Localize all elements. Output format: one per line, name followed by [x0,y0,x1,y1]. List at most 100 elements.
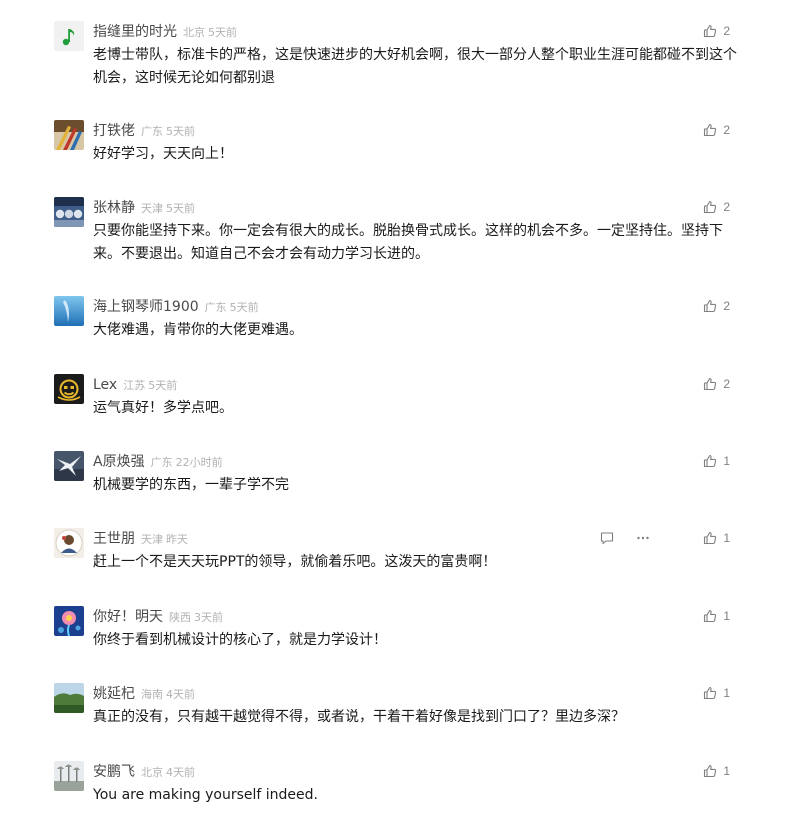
comment-time: 3天前 [194,611,223,624]
comment-time: 4天前 [166,688,195,701]
like-count: 1 [723,531,730,545]
comment-meta: A原焕强 广东 22小时前 [93,451,223,471]
comment-item: 海上钢琴师1900 广东 5天前 2 大佬难遇，肯带你的大佬更难遇。 [0,296,808,374]
more-button[interactable] [636,531,650,545]
thumbs-up-icon [704,377,717,391]
comment-text: 老博士带队，标准卡的严格，这是快速进步的大好机会啊，很大一部分人整个职业生涯可能… [93,47,737,86]
comment-meta: 海上钢琴师1900 广东 5天前 [93,296,259,316]
comment-meta: 打铁佬 广东 5天前 [93,120,195,140]
user-location: 广东 [204,301,227,314]
comment-time: 昨天 [166,533,188,546]
comment-meta: 张林静 天津 5天前 [93,197,195,217]
thumbs-up-icon [704,123,717,137]
more-icon [637,536,649,540]
like-button[interactable]: 2 [703,22,730,40]
avatar[interactable] [54,606,84,636]
like-button[interactable]: 2 [703,297,730,315]
comment-meta: 你好！明天 陕西 3天前 [93,606,223,626]
comment-text: 只要你能坚持下来。你一定会有很大的成长。脱胎换骨式成长。这样的机会不多。一定坚持… [93,223,723,262]
user-location: 海南 [141,688,163,701]
avatar[interactable] [54,683,84,713]
reply-button[interactable] [600,531,614,545]
user-name[interactable]: 指缝里的时光 [93,24,177,40]
like-count: 2 [723,377,730,391]
thumbs-up-icon [704,200,717,214]
avatar[interactable] [54,197,84,227]
comment-meta: 王世朋 天津 昨天 [93,528,188,548]
user-name[interactable]: 打铁佬 [93,123,135,139]
comment-text: 运气真好！多学点吧。 [93,400,233,416]
user-location: 江苏 [123,379,146,392]
avatar[interactable] [54,528,84,558]
comment-time: 5天前 [148,379,178,392]
like-count: 2 [723,299,730,313]
user-name[interactable]: 海上钢琴师1900 [93,299,199,315]
comment-meta: 指缝里的时光 北京 5天前 [93,21,237,41]
thumbs-up-icon [704,764,717,778]
comment-item: Lex 江苏 5天前 2 运气真好！多学点吧。 [0,374,808,452]
comment-text: You are making yourself indeed. [93,787,318,803]
user-location: 天津 [141,202,163,215]
comment-time: 22小时前 [175,456,223,469]
user-location: 广东 [141,125,163,138]
comment-text: 你终于看到机械设计的核心了，就是力学设计！ [93,632,387,648]
user-location: 北京 [183,26,205,39]
comment-item: A原焕强 广东 22小时前 1 机械要学的东西，一辈子学不完 [0,451,808,529]
user-name[interactable]: A原焕强 [93,454,145,470]
like-count: 1 [723,609,730,623]
comment-text: 大佬难遇，肯带你的大佬更难遇。 [93,322,303,338]
thumbs-up-icon [704,609,717,623]
like-button[interactable]: 1 [703,684,730,702]
thumbs-up-icon [704,299,717,313]
thumbs-up-icon [704,454,717,468]
like-button[interactable]: 2 [703,375,730,393]
like-button[interactable]: 2 [703,198,730,216]
comment-meta: 安鹏飞 北京 4天前 [93,761,195,781]
comment-icon [600,532,614,545]
user-location: 广东 [150,456,173,469]
comment-item: 打铁佬 广东 5天前 2 好好学习，天天向上！ [0,120,808,198]
comment-text: 好好学习，天天向上！ [93,146,233,162]
comment-text: 赶上一个不是天天玩PPT的领导，就偷着乐吧。这泼天的富贵啊！ [93,554,497,570]
thumbs-up-icon [704,24,717,38]
comment-time: 5天前 [166,202,195,215]
like-count: 1 [723,764,730,778]
comment-time: 4天前 [166,766,195,779]
comment-item: 姚延杞 海南 4天前 1 真正的没有，只有越干越觉得不得，或者说，干着干着好像是找到… [0,683,808,761]
like-button[interactable]: 1 [703,452,730,470]
user-name[interactable]: 王世朋 [93,531,135,547]
avatar[interactable] [54,761,84,791]
user-name[interactable]: 张林静 [93,200,135,216]
like-count: 1 [723,686,730,700]
comment-item: 张林静 天津 5天前 2 只要你能坚持下来。你一定会有很大的成长。脱胎换骨式成长。这… [0,197,808,275]
user-name[interactable]: 姚延杞 [93,686,135,702]
comment-list: 指缝里的时光 北京 5天前 2 老博士带队，标准卡的严格，这是快速进步的大好机会啊，… [0,0,808,814]
avatar[interactable] [54,451,84,481]
like-button[interactable]: 1 [703,762,730,780]
like-count: 1 [723,454,730,468]
avatar[interactable] [54,296,84,326]
comment-item: 你好！明天 陕西 3天前 1 你终于看到机械设计的核心了，就是力学设计！ [0,606,808,684]
like-count: 2 [723,123,730,137]
user-name[interactable]: 安鹏飞 [93,764,135,780]
thumbs-up-icon [704,686,717,700]
like-count: 2 [723,24,730,38]
comment-meta: 姚延杞 海南 4天前 [93,683,195,703]
user-location: 北京 [141,766,163,779]
like-button[interactable]: 2 [703,121,730,139]
avatar[interactable] [54,21,84,51]
comment-item: 指缝里的时光 北京 5天前 2 老博士带队，标准卡的严格，这是快速进步的大好机会啊，… [0,21,808,99]
user-name[interactable]: 你好！明天 [93,609,163,625]
comment-text: 真正的没有，只有越干越觉得不得，或者说，干着干着好像是找到门口了？里边多深？ [93,709,625,725]
comment-actions [600,529,650,547]
comment-item: 安鹏飞 北京 4天前 1 You are making yourself indee… [0,761,808,839]
comment-meta: Lex 江苏 5天前 [93,374,177,394]
user-name[interactable]: Lex [93,377,117,393]
user-location: 陕西 [169,611,191,624]
like-button[interactable]: 1 [703,529,730,547]
like-button[interactable]: 1 [703,607,730,625]
comment-time: 5天前 [208,26,237,39]
avatar[interactable] [54,374,84,404]
avatar[interactable] [54,120,84,150]
comment-time: 5天前 [166,125,195,138]
